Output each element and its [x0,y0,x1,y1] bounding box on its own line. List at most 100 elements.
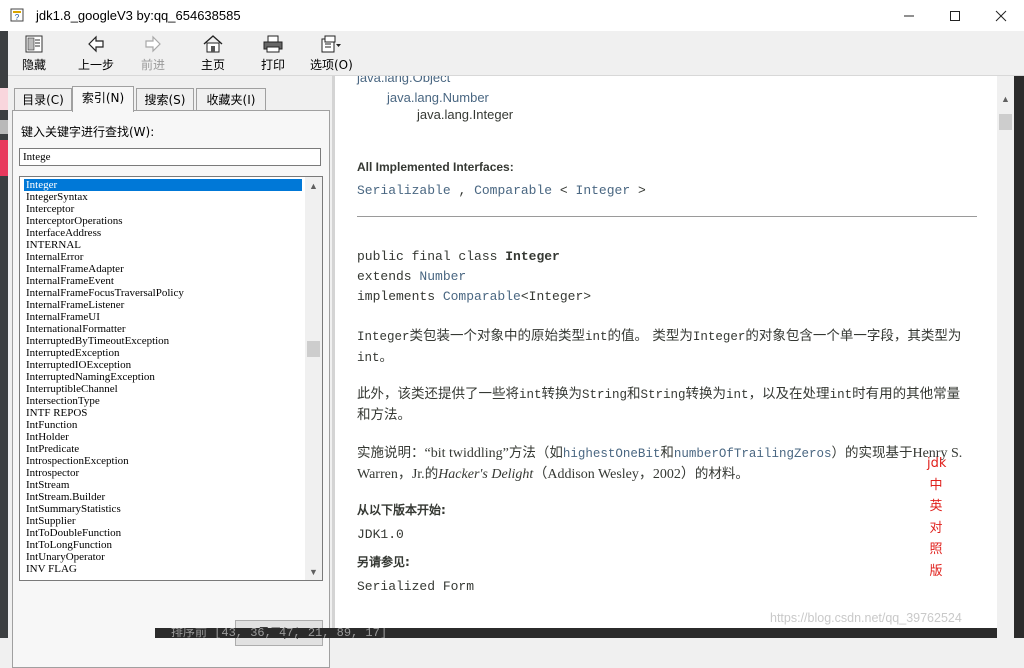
index-list-item[interactable]: InterruptedException [24,347,302,359]
options-button[interactable]: 选项(O) [310,33,353,73]
index-list-item[interactable]: InternalFrameAdapter [24,263,302,275]
window-title: jdk1.8_googleV3 by:qq_654638585 [36,8,241,23]
index-list-item[interactable]: InterfaceAddress [24,227,302,239]
numberoftrailingzeros-link[interactable]: numberOfTrailingZeros [674,447,832,461]
title-bar: ? jdk1.8_googleV3 by:qq_654638585 [0,0,1024,31]
red-annotation-line: 版 [929,563,943,579]
content-scrollbar[interactable]: ▲ [997,76,1014,638]
hide-pane-icon [25,35,43,53]
index-list-item[interactable]: INTF REPOS [24,407,302,419]
impl-separator: , [458,183,467,198]
decl-modifiers: public final class [357,249,506,264]
keyword-label: 键入关键字进行查找(W): [21,125,155,139]
index-list-item[interactable]: IntPredicate [24,443,302,455]
index-list-item[interactable]: IntStream [24,479,302,491]
highestonebit-link[interactable]: highestOneBit [563,447,661,461]
maximize-button[interactable] [932,0,978,31]
index-list-item[interactable]: IntSupplier [24,515,302,527]
index-list-item[interactable]: IntrospectionException [24,455,302,467]
hierarchy-number[interactable]: java.lang.Number [387,90,489,105]
decl-extends: extends [357,269,420,284]
index-list[interactable]: Integer IntegerSyntax Interceptor Intercept… [19,176,323,581]
index-list-item[interactable]: Integer [24,179,302,191]
index-scroll-thumb[interactable] [307,341,320,357]
red-annotation-line: 中 [929,477,943,493]
comparable-decl-link[interactable]: Comparable [443,289,521,304]
tab-index[interactable]: 索引(N) [72,86,134,112]
index-list-item[interactable]: InternalFrameUI [24,311,302,323]
back-button[interactable]: 上一步 [78,33,114,73]
serialized-form-link[interactable]: Serialized Form [357,579,474,594]
index-list-scrollbar[interactable]: ▲ ▼ [305,177,322,580]
maximize-icon [950,10,960,21]
background-right-edge [1014,76,1024,638]
index-list-item[interactable]: IntersectionType [24,395,302,407]
content-scroll-thumb[interactable] [999,114,1012,130]
watermark: https://blog.csdn.net/qq_39762524 [770,611,962,625]
index-items: Integer IntegerSyntax Interceptor Intercept… [24,179,302,575]
index-list-item[interactable]: InternalError [24,251,302,263]
description-paragraph-1: Integer类包装一个对象中的原始类型int的值。 类型为Integer的对象… [357,328,962,365]
tab-contents[interactable]: 目录(C) [14,88,72,111]
index-list-item[interactable]: IntHolder [24,431,302,443]
implemented-interfaces-list: Serializable , Comparable < Integer > [357,183,646,198]
console-text: 排序前 [43, 36, 47, 21, 89, 17] [171,628,388,638]
class-declaration-line3: implements Comparable<Integer> [357,289,591,304]
integer-link[interactable]: Integer [576,183,631,198]
scroll-up-icon[interactable]: ▲ [305,177,322,194]
index-list-item[interactable]: Introspector [24,467,302,479]
forward-button[interactable]: 前进 [141,33,165,73]
red-annotation-line: 英 [929,499,943,514]
index-list-item[interactable]: InternalFrameEvent [24,275,302,287]
minimize-icon [904,15,914,16]
index-list-item[interactable]: InterruptedByTimeoutException [24,335,302,347]
svg-text:?: ? [15,13,20,22]
hierarchy-object[interactable]: java.lang.Object [357,76,450,85]
tab-favorites[interactable]: 收藏夹(I) [196,88,266,111]
class-declaration-line1: public final class Integer [357,249,560,264]
index-list-item[interactable]: InternalFrameListener [24,299,302,311]
since-label: 从以下版本开始: [357,503,446,517]
index-list-item[interactable]: IntFunction [24,419,302,431]
index-list-item[interactable]: IntegerSyntax [24,191,302,203]
forward-label: 前进 [141,58,166,72]
index-list-item[interactable]: IntStream.Builder [24,491,302,503]
home-button[interactable]: 主页 [201,33,225,73]
index-list-item[interactable]: IntToDoubleFunction [24,527,302,539]
index-list-item[interactable]: InterruptibleChannel [24,383,302,395]
index-list-item[interactable]: InternalFrameFocusTraversalPolicy [24,287,302,299]
back-arrow-icon [88,35,104,53]
index-list-item[interactable]: InterruptedNamingException [24,371,302,383]
comparable-link[interactable]: Comparable [474,183,552,198]
help-window: ? jdk1.8_googleV3 by:qq_654638585 隐藏 上一步… [0,0,1024,668]
content-scroll-up-icon[interactable]: ▲ [997,90,1014,107]
index-list-item[interactable]: IntSummaryStatistics [24,503,302,515]
keyword-input[interactable]: Intege [19,148,321,166]
index-list-item[interactable]: IntUnaryOperator [24,551,302,563]
options-label: 选项(O) [310,58,353,72]
minimize-button[interactable] [886,0,932,31]
options-icon [321,35,342,53]
tab-search[interactable]: 搜索(S) [136,88,194,111]
description-paragraph-2: 此外，该类还提供了一些将int转换为String和String转换为int，以及… [357,386,961,423]
index-list-item[interactable]: INV FLAG [24,563,302,575]
index-list-item[interactable]: InternationalFormatter [24,323,302,335]
index-list-item[interactable]: Interceptor [24,203,302,215]
serializable-link[interactable]: Serializable [357,183,451,198]
index-list-item[interactable]: INTERNAL [24,239,302,251]
red-annotation-line: jdk [927,456,947,471]
number-link[interactable]: Number [419,269,466,284]
see-also-label: 另请参见: [357,555,410,569]
print-button[interactable]: 打印 [261,33,285,73]
navigation-pane: 目录(C) 索引(N) 搜索(S) 收藏夹(I) 键入关键字进行查找(W): I… [8,76,332,668]
forward-arrow-icon [145,35,161,53]
index-list-item[interactable]: InterceptorOperations [24,215,302,227]
home-label: 主页 [201,58,226,72]
printer-icon [263,35,283,53]
red-annotation: jdk 中 英 对 照 版 [927,453,947,582]
index-list-item[interactable]: InterruptedIOException [24,359,302,371]
scroll-down-icon[interactable]: ▼ [305,563,322,580]
close-button[interactable] [978,0,1024,31]
index-list-item[interactable]: IntToLongFunction [24,539,302,551]
hide-button[interactable]: 隐藏 [22,33,46,73]
